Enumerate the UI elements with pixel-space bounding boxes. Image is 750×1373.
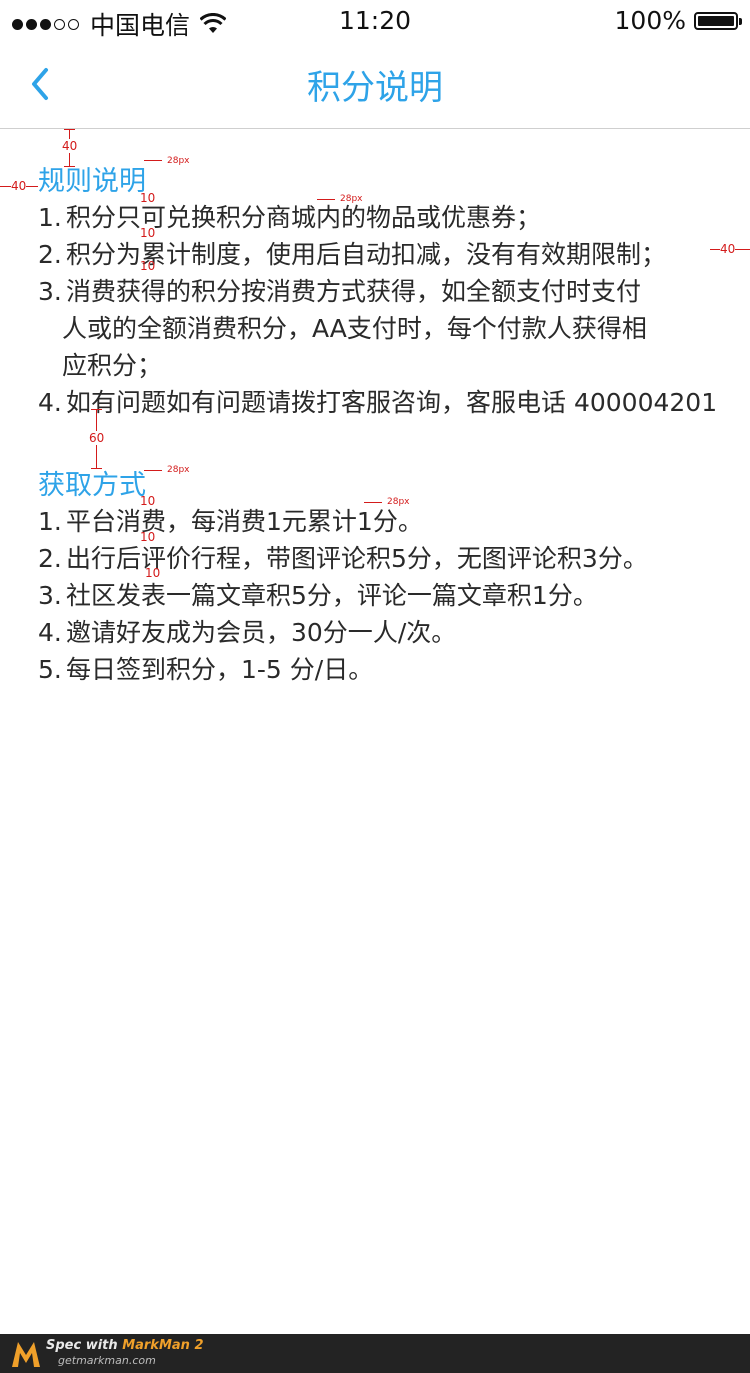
line-gap-annotation: 10 xyxy=(145,566,161,580)
font-size-annotation: 28px xyxy=(387,497,410,507)
battery-icon xyxy=(694,11,742,30)
status-bar: 中国电信 11:20 100% xyxy=(0,0,750,40)
list-item: 2. 出行后评价行程，带图评论积5分，无图评论积3分。 xyxy=(38,544,648,573)
line-gap-annotation: 10 xyxy=(140,191,156,205)
spacing-marker-cap xyxy=(91,409,102,410)
line-gap-annotation: 10 xyxy=(140,530,156,544)
spacing-annotation: 60 xyxy=(89,431,105,445)
pointer-line xyxy=(144,470,162,471)
list-item-continuation: 应积分； xyxy=(62,351,163,380)
line-gap-annotation: 10 xyxy=(140,259,156,273)
footer-url[interactable]: getmarkman.com xyxy=(58,1354,156,1367)
list-item: 1. 平台消费，每消费1元累计1分。 xyxy=(38,507,423,536)
pointer-line xyxy=(317,199,335,200)
battery-percent: 100% xyxy=(614,6,686,35)
list-item: 3. 社区发表一篇文章积5分，评论一篇文章积1分。 xyxy=(38,581,598,610)
spacing-annotation: 40 xyxy=(62,139,78,153)
pointer-line xyxy=(364,502,382,503)
spacing-marker-cap xyxy=(64,166,75,167)
list-item: 5. 每日签到积分，1-5 分/日。 xyxy=(38,655,374,684)
markman-footer: Spec with MarkMan 2 getmarkman.com xyxy=(0,1334,750,1373)
nav-bar: 积分说明 xyxy=(0,40,750,129)
list-item-continuation: 人或的全额消费积分，AA支付时，每个付款人获得相 xyxy=(62,314,647,343)
page-title: 积分说明 xyxy=(307,68,443,108)
spacing-marker-cap xyxy=(64,129,75,130)
footer-brand-text: Spec with MarkMan 2 xyxy=(46,1338,204,1353)
pointer-line xyxy=(144,160,162,161)
spacing-marker-cap xyxy=(91,468,102,469)
markman-logo-icon xyxy=(12,1342,40,1367)
battery-status: 100% xyxy=(614,6,742,35)
line-gap-annotation: 10 xyxy=(140,226,156,240)
earn-list: 1. 平台消费，每消费1元累计1分。 2. 出行后评价行程，带图评论积5分，无图评论… xyxy=(38,503,648,688)
earn-section-title: 获取方式 xyxy=(38,470,146,501)
line-gap-annotation: 10 xyxy=(140,494,156,508)
rules-section-title: 规则说明 xyxy=(38,166,146,197)
spacing-annotation: 40 xyxy=(11,179,27,193)
font-size-annotation: 28px xyxy=(340,194,363,204)
list-item: 4. 邀请好友成为会员，30分一人/次。 xyxy=(38,618,457,647)
list-item: 4. 如有问题如有问题请拨打客服咨询，客服电话 400004201 xyxy=(38,388,718,417)
list-item: 3. 消费获得的积分按消费方式获得，如全额支付时支付 xyxy=(38,277,642,306)
font-size-annotation: 28px xyxy=(167,465,190,475)
font-size-annotation: 28px xyxy=(167,156,190,166)
spacing-annotation: 40 xyxy=(720,242,736,256)
